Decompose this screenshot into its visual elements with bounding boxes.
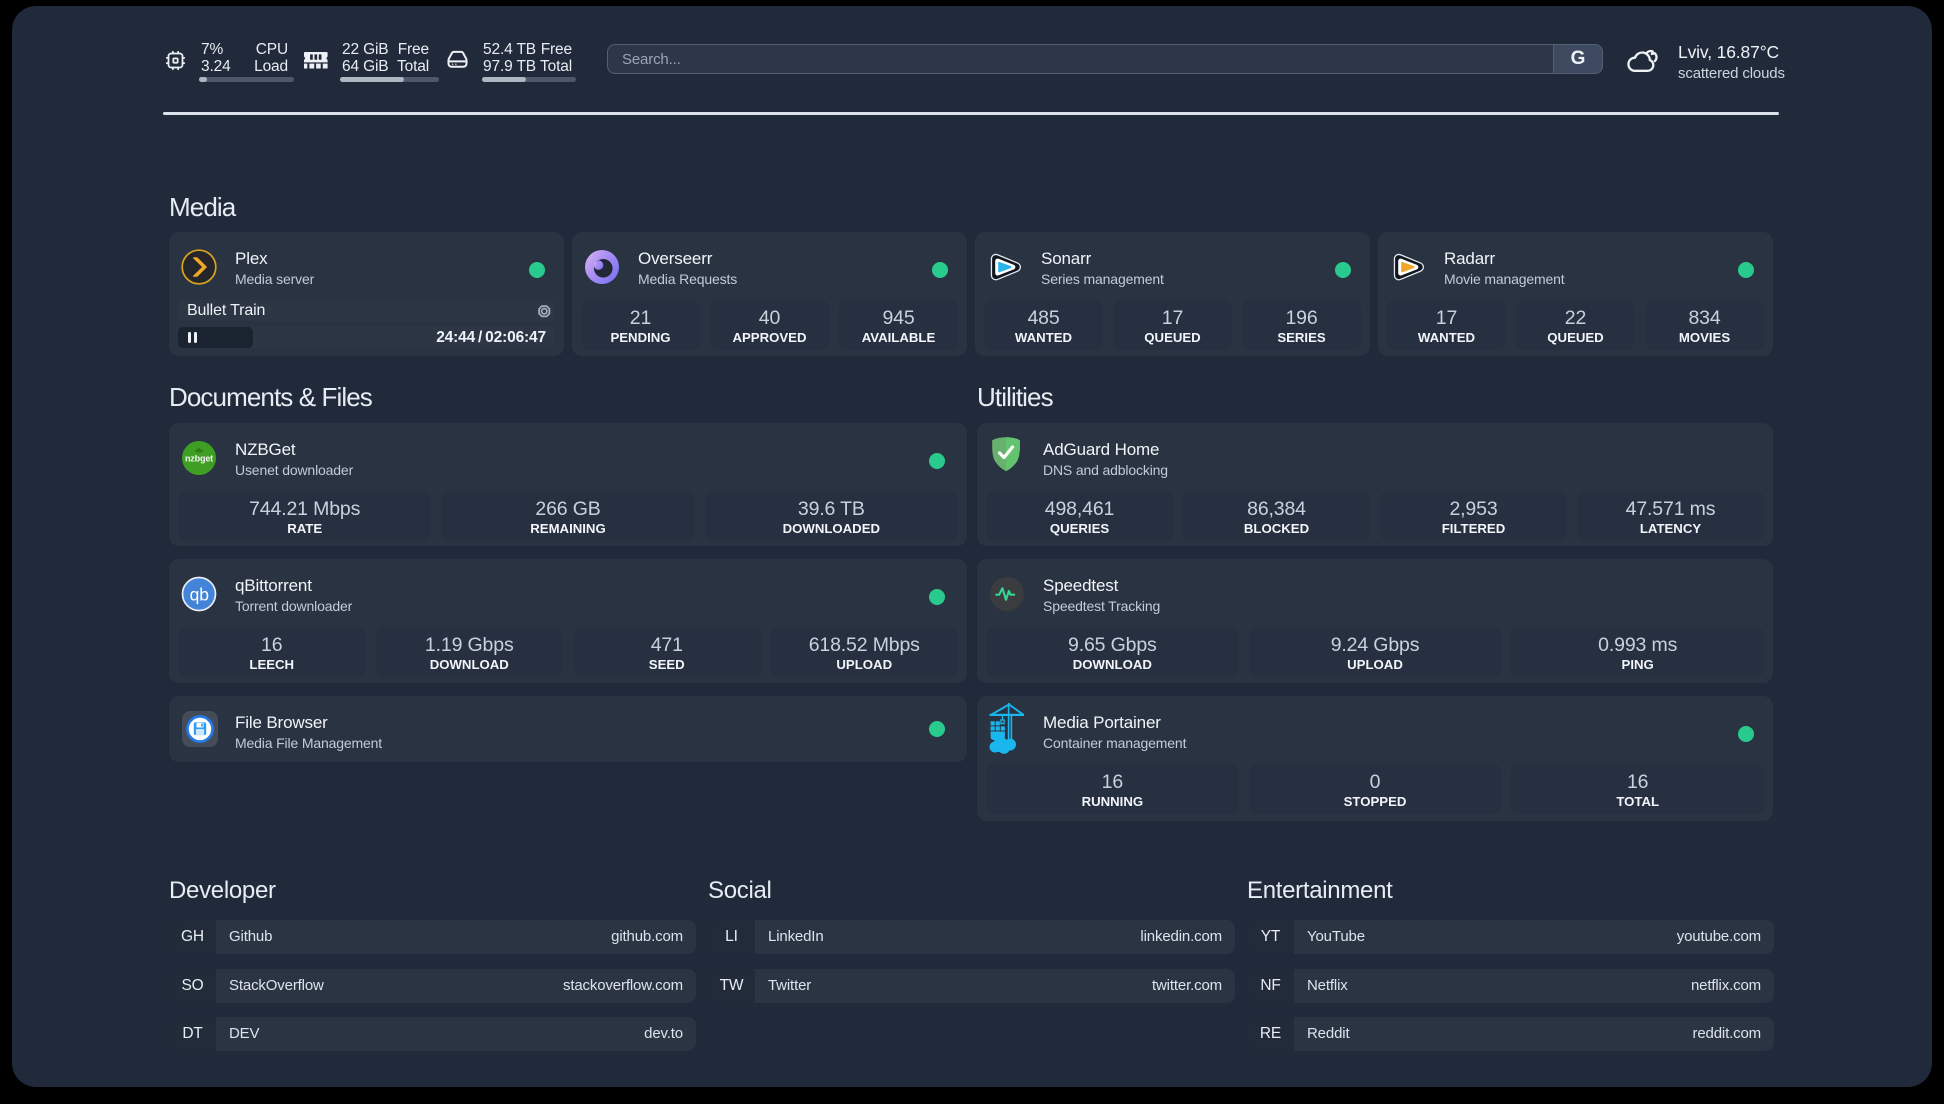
svg-text:nzbget: nzbget [185,454,213,464]
svg-text:qb: qb [190,585,209,605]
